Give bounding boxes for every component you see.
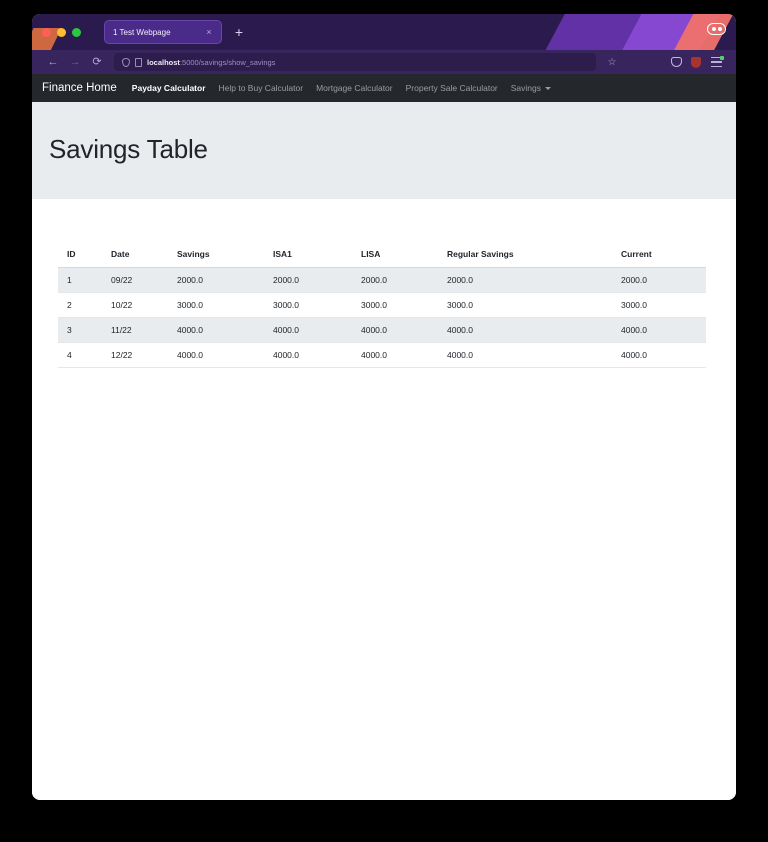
browser-window: 1 Test Webpage × + ← → ⟳ localhost:5000/… <box>32 14 736 800</box>
table-header-row: ID Date Savings ISA1 LISA Regular Saving… <box>58 243 706 268</box>
table-cell-regular: 4000.0 <box>438 318 612 343</box>
extension-icon-wrap[interactable] <box>686 53 706 71</box>
column-header-current: Current <box>612 243 706 268</box>
table-cell-isa1: 4000.0 <box>264 318 352 343</box>
bookmark-star-icon-wrap[interactable]: ☆ <box>602 53 622 71</box>
goggles-eye-left <box>712 27 716 31</box>
savings-table: ID Date Savings ISA1 LISA Regular Saving… <box>58 243 706 368</box>
app-menu-button[interactable] <box>706 53 726 71</box>
table-cell-lisa: 3000.0 <box>352 293 438 318</box>
column-header-lisa: LISA <box>352 243 438 268</box>
url-text: localhost:5000/savings/show_savings <box>147 58 275 67</box>
nav-link-property-sale-calculator[interactable]: Property Sale Calculator <box>406 83 498 93</box>
table-cell-lisa: 2000.0 <box>352 268 438 293</box>
table-cell-date: 09/22 <box>102 268 168 293</box>
pocket-icon[interactable] <box>671 57 682 67</box>
window-close-button[interactable] <box>42 28 51 37</box>
page-viewport: Finance Home Payday Calculator Help to B… <box>32 74 736 800</box>
site-navbar: Finance Home Payday Calculator Help to B… <box>32 74 736 102</box>
table-cell-isa1: 3000.0 <box>264 293 352 318</box>
table-row: 109/222000.02000.02000.02000.02000.0 <box>58 268 706 293</box>
browser-nav-toolbar: ← → ⟳ localhost:5000/savings/show_saving… <box>32 50 736 74</box>
bookmark-star-icon[interactable]: ☆ <box>608 57 617 68</box>
forward-arrow-icon[interactable]: → <box>64 53 86 71</box>
table-row: 412/224000.04000.04000.04000.04000.0 <box>58 343 706 368</box>
table-cell-current: 3000.0 <box>612 293 706 318</box>
page-jumbotron: Savings Table <box>32 102 736 199</box>
shield-icon[interactable] <box>122 58 130 67</box>
table-cell-date: 10/22 <box>102 293 168 318</box>
column-header-id: ID <box>58 243 102 268</box>
reload-icon[interactable]: ⟳ <box>86 53 108 71</box>
table-cell-regular: 3000.0 <box>438 293 612 318</box>
nav-link-payday-calculator[interactable]: Payday Calculator <box>132 83 206 93</box>
table-cell-date: 12/22 <box>102 343 168 368</box>
page-title: Savings Table <box>49 134 208 165</box>
browser-tab-title: 1 Test Webpage <box>113 28 203 37</box>
table-cell-savings: 2000.0 <box>168 268 264 293</box>
new-tab-button[interactable]: + <box>230 23 248 41</box>
table-cell-isa1: 4000.0 <box>264 343 352 368</box>
table-cell-id: 4 <box>58 343 102 368</box>
window-minimize-button[interactable] <box>57 28 66 37</box>
page-document-icon[interactable] <box>135 58 142 67</box>
browser-tab-strip: 1 Test Webpage × + <box>32 14 736 50</box>
extension-shield-icon[interactable] <box>691 57 701 68</box>
back-arrow-icon[interactable]: ← <box>42 53 64 71</box>
table-cell-current: 2000.0 <box>612 268 706 293</box>
chevron-down-icon <box>545 87 551 90</box>
savings-table-head: ID Date Savings ISA1 LISA Regular Saving… <box>58 243 706 268</box>
pocket-icon-wrap[interactable] <box>666 53 686 71</box>
table-row: 311/224000.04000.04000.04000.04000.0 <box>58 318 706 343</box>
nav-dropdown-label: Savings <box>511 83 541 93</box>
theme-goggles-icon <box>707 23 726 35</box>
table-cell-id: 1 <box>58 268 102 293</box>
table-cell-regular: 2000.0 <box>438 268 612 293</box>
goggles-eye-right <box>718 27 722 31</box>
url-address-bar[interactable]: localhost:5000/savings/show_savings <box>114 53 596 71</box>
table-cell-id: 3 <box>58 318 102 343</box>
content-area: ID Date Savings ISA1 LISA Regular Saving… <box>32 199 736 368</box>
window-maximize-button[interactable] <box>72 28 81 37</box>
table-cell-isa1: 2000.0 <box>264 268 352 293</box>
toolbar-spacer <box>622 53 666 71</box>
table-cell-lisa: 4000.0 <box>352 318 438 343</box>
browser-tab-active[interactable]: 1 Test Webpage × <box>104 20 222 44</box>
table-cell-savings: 4000.0 <box>168 318 264 343</box>
column-header-regular-savings: Regular Savings <box>438 243 612 268</box>
table-cell-savings: 4000.0 <box>168 343 264 368</box>
table-cell-id: 2 <box>58 293 102 318</box>
table-row: 210/223000.03000.03000.03000.03000.0 <box>58 293 706 318</box>
savings-table-body: 109/222000.02000.02000.02000.02000.0210/… <box>58 268 706 368</box>
table-cell-regular: 4000.0 <box>438 343 612 368</box>
column-header-date: Date <box>102 243 168 268</box>
update-badge-icon <box>720 56 724 60</box>
table-cell-current: 4000.0 <box>612 343 706 368</box>
url-host: localhost <box>147 58 180 67</box>
close-icon[interactable]: × <box>203 26 215 38</box>
url-path: :5000/savings/show_savings <box>180 58 275 67</box>
nav-link-mortgage-calculator[interactable]: Mortgage Calculator <box>316 83 393 93</box>
navbar-brand[interactable]: Finance Home <box>42 82 117 94</box>
table-cell-lisa: 4000.0 <box>352 343 438 368</box>
table-cell-savings: 3000.0 <box>168 293 264 318</box>
table-cell-current: 4000.0 <box>612 318 706 343</box>
window-traffic-lights[interactable] <box>42 28 98 37</box>
column-header-savings: Savings <box>168 243 264 268</box>
column-header-isa1: ISA1 <box>264 243 352 268</box>
nav-dropdown-savings[interactable]: Savings <box>511 83 551 93</box>
table-cell-date: 11/22 <box>102 318 168 343</box>
nav-link-help-to-buy-calculator[interactable]: Help to Buy Calculator <box>219 83 304 93</box>
